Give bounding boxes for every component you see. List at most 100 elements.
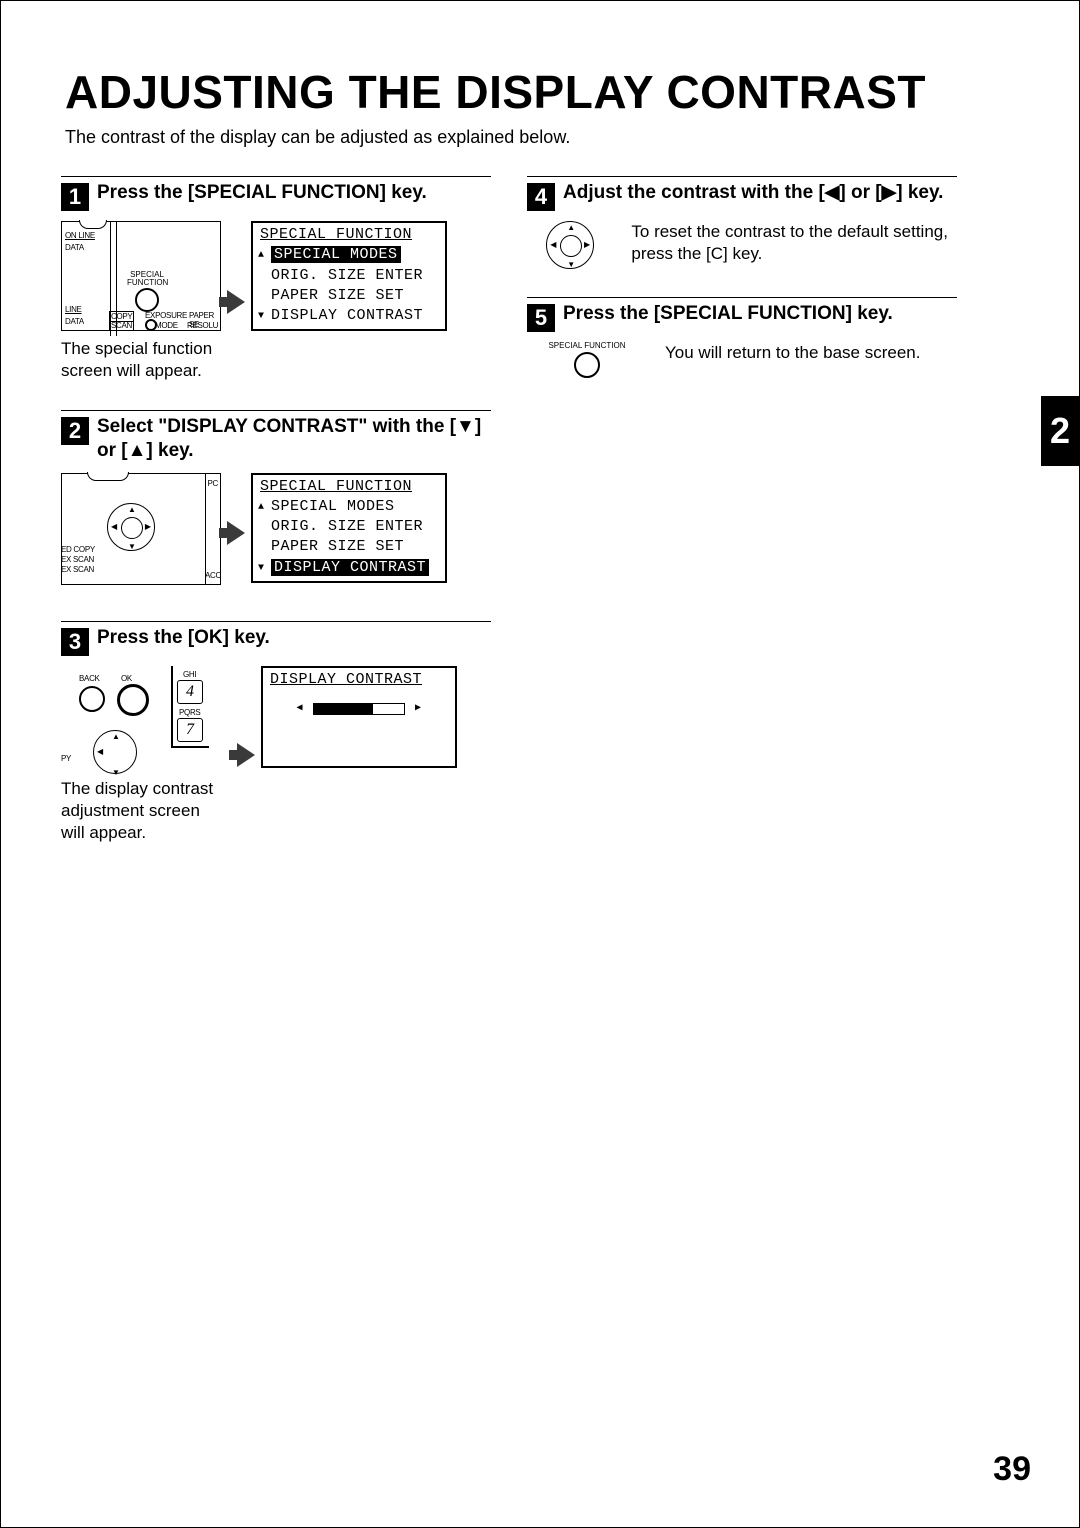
dpad-icon: ▲ ▼ ◀ ▶ — [107, 503, 155, 551]
label-exscan: EX SCAN — [61, 565, 94, 574]
step-title: Press the [SPECIAL FUNCTION] key. — [563, 302, 893, 326]
step-4: 4 Adjust the contrast with the [◀] or [▶… — [527, 176, 957, 269]
page-heading: ADJUSTING THE DISPLAY CONTRAST — [65, 65, 1029, 119]
label-edcopy: ED COPY — [61, 545, 95, 554]
label-data2: DATA — [65, 317, 84, 326]
step-number: 4 — [527, 183, 555, 211]
step-number: 5 — [527, 304, 555, 332]
special-function-button: SPECIAL FUNCTION — [547, 342, 627, 378]
keypad-7: 7 — [177, 718, 203, 742]
up-icon: ▲ — [112, 732, 120, 741]
label-scan: SCAN — [109, 321, 134, 331]
circle-button-icon — [574, 352, 600, 378]
lcd-line: ▲ SPECIAL MODES — [253, 245, 445, 265]
label-resolu: RESOLU — [187, 321, 218, 330]
back-button-icon — [79, 686, 105, 712]
arrow-right-icon — [237, 743, 255, 767]
label-pc: PC — [207, 479, 218, 488]
label-ok: OK — [121, 674, 132, 683]
lcd-display: SPECIAL FUNCTION ▲ SPECIAL MODES ORIG. SI… — [251, 221, 447, 331]
label-pqrs: PQRS — [179, 708, 200, 717]
right-column: 4 Adjust the contrast with the [◀] or [▶… — [527, 176, 957, 872]
up-triangle-icon: ▲ — [258, 249, 265, 263]
rule — [61, 176, 491, 177]
step-number: 3 — [61, 628, 89, 656]
left-column: 1 Press the [SPECIAL FUNCTION] key. ON L… — [61, 176, 491, 872]
down-triangle-icon: ▼ — [258, 310, 265, 324]
control-panel-illustration: ▲ ▼ ◀ ▶ ED COPY EX SCAN EX SCAN PC ACC — [61, 473, 221, 593]
label-special-function: SPECIAL FUNCTION — [547, 342, 627, 350]
page: ADJUSTING THE DISPLAY CONTRAST The contr… — [0, 0, 1080, 1528]
lcd-line: ORIG. SIZE ENTER — [253, 266, 445, 286]
step-title: Press the [OK] key. — [97, 626, 270, 650]
step-caption: The special function screen will appear. — [61, 338, 221, 382]
step-title: Press the [SPECIAL FUNCTION] key. — [97, 181, 427, 205]
control-panel-illustration: SPECIAL FUNCTION — [527, 342, 647, 378]
dpad-icon: ▲ ▼ ◀ ▶ — [546, 221, 594, 269]
label-py: PY — [61, 754, 71, 763]
control-panel-illustration: ON LINE DATA LINE DATA SPECIAL FUNCTION … — [61, 221, 221, 382]
rule — [61, 621, 491, 622]
step-body: To reset the contrast to the default set… — [631, 221, 957, 265]
lcd-selected: SPECIAL MODES — [271, 246, 401, 263]
lcd-title: SPECIAL FUNCTION — [253, 223, 445, 245]
lcd-line: ▼DISPLAY CONTRAST — [253, 558, 445, 581]
step-body: You will return to the base screen. — [665, 342, 920, 364]
step-title: Adjust the contrast with the [◀] or [▶] … — [563, 181, 943, 205]
step-5: 5 Press the [SPECIAL FUNCTION] key. SPEC… — [527, 297, 957, 378]
label-mode: MODE — [155, 321, 178, 330]
lcd-title: SPECIAL FUNCTION — [253, 475, 445, 497]
lcd-line: ▼DISPLAY CONTRAST — [253, 306, 445, 329]
left-icon: ◀ — [97, 747, 103, 756]
down-triangle-icon: ▼ — [258, 562, 265, 576]
step-3: 3 Press the [OK] key. BACK OK GHI 4 PQRS — [61, 621, 491, 844]
step-title: Select "DISPLAY CONTRAST" with the [▼] o… — [97, 415, 491, 463]
dpad-icon: ▲ ◀ ▼ — [93, 730, 137, 774]
label-line: LINE — [65, 305, 82, 314]
right-icon: ▶ — [584, 240, 590, 249]
step-1: 1 Press the [SPECIAL FUNCTION] key. ON L… — [61, 176, 491, 382]
down-icon: ▼ — [128, 542, 136, 551]
label-acc: ACC — [205, 571, 221, 580]
step-2: 2 Select "DISPLAY CONTRAST" with the [▼]… — [61, 410, 491, 593]
right-icon: ▶ — [145, 522, 151, 531]
step-caption: The display contrast adjustment screen w… — [61, 778, 221, 844]
down-icon: ▼ — [112, 768, 120, 777]
intro-text: The contrast of the display can be adjus… — [65, 127, 1029, 148]
rule — [61, 410, 491, 411]
left-icon: ◀ — [550, 240, 556, 249]
tiny-circle-icon — [145, 319, 157, 331]
label-data: DATA — [65, 243, 84, 252]
step-number: 2 — [61, 417, 89, 445]
up-icon: ▲ — [128, 505, 136, 514]
left-triangle-icon: ◀ — [296, 702, 303, 716]
lcd-title: DISPLAY CONTRAST — [263, 668, 455, 692]
arrow-right-icon — [227, 290, 245, 314]
label-special-function: SPECIAL FUNCTION — [127, 271, 167, 287]
left-icon: ◀ — [111, 522, 117, 531]
rule — [527, 297, 957, 298]
control-panel-illustration: BACK OK GHI 4 PQRS 7 ▲ — [61, 666, 231, 844]
keypad-4: 4 — [177, 680, 203, 704]
down-icon: ▼ — [567, 260, 575, 269]
step-number: 1 — [61, 183, 89, 211]
arrow-right-icon — [227, 521, 245, 545]
page-number: 39 — [993, 1450, 1031, 1489]
up-icon: ▲ — [567, 223, 575, 232]
lcd-line: PAPER SIZE SET — [253, 286, 445, 306]
lcd-line: ▲SPECIAL MODES — [253, 497, 445, 517]
lcd-display: SPECIAL FUNCTION ▲SPECIAL MODES ORIG. SI… — [251, 473, 447, 583]
right-triangle-icon: ▶ — [415, 702, 422, 716]
ok-button-icon — [117, 684, 149, 716]
columns: 1 Press the [SPECIAL FUNCTION] key. ON L… — [61, 176, 1029, 872]
lcd-display: DISPLAY CONTRAST ◀ ▶ — [261, 666, 457, 768]
label-online: ON LINE — [65, 231, 95, 240]
lcd-line: PAPER SIZE SET — [253, 537, 445, 557]
label-ghi: GHI — [183, 670, 196, 679]
contrast-bar-row: ◀ ▶ — [263, 692, 455, 720]
special-function-button: SPECIAL FUNCTION — [127, 271, 167, 313]
label-back: BACK — [79, 674, 100, 683]
circle-button-icon — [135, 288, 159, 312]
control-panel-illustration: ▲ ▼ ◀ ▶ — [527, 221, 613, 269]
rule — [527, 176, 957, 177]
